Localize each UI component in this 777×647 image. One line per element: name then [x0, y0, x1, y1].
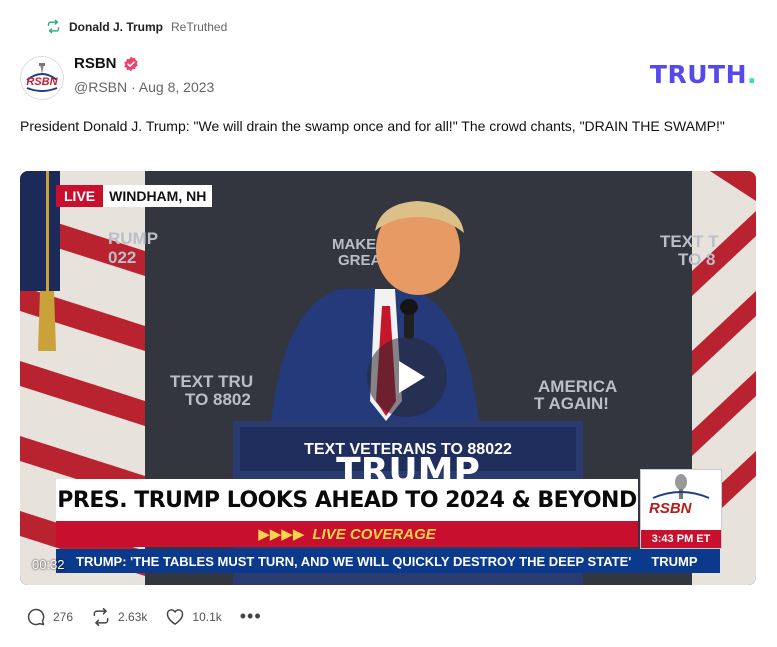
svg-text:RSBN: RSBN — [26, 76, 58, 88]
reply-button[interactable]: 276 — [26, 607, 73, 627]
retruth-icon — [93, 607, 109, 626]
live-label: LIVE — [56, 185, 104, 207]
truth-logo[interactable]: TRUTH. — [650, 60, 757, 89]
ticker-tail: TRUMP — [651, 553, 698, 569]
lower-third-headline: PRES. TRUMP LOOKS AHEAD TO 2024 & BEYOND — [56, 479, 638, 521]
rsbn-bug-time: 3:43 PM ET — [641, 530, 721, 548]
lower-third-subline-text: LIVE COVERAGE — [312, 525, 436, 543]
truth-logo-word: TRUTH — [649, 60, 747, 89]
truth-logo-text: TRUTH. — [650, 60, 757, 89]
retruth-user[interactable]: Donald J. Trump — [69, 20, 163, 34]
rsbn-bug: RSBN 3:43 PM ET — [640, 469, 722, 549]
author-handle[interactable]: @RSBN — [74, 79, 127, 95]
author-meta: @RSBN · Aug 8, 2023 — [74, 79, 214, 95]
backdrop-text: 022 — [108, 248, 136, 267]
backdrop-text: RUMP — [108, 229, 158, 248]
author-name[interactable]: RSBN — [74, 55, 117, 72]
truth-logo-dot: . — [747, 60, 757, 89]
backdrop-text: TEXT T — [660, 232, 719, 251]
post-text: President Donald J. Trump: "We will drai… — [20, 118, 725, 134]
backdrop-text: TEXT TRU — [170, 372, 253, 391]
retruth-count: 2.63k — [118, 609, 148, 624]
avatar[interactable]: RSBN — [20, 56, 64, 100]
video-player[interactable]: RUMP 022 MAKE AMERICA GREAT AGAIN! TEXT … — [20, 171, 756, 585]
heart-icon — [167, 608, 184, 625]
live-tag: LIVE WINDHAM, NH — [56, 185, 213, 207]
rsbn-bug-name: RSBN — [649, 500, 692, 517]
like-count: 10.1k — [192, 609, 222, 624]
backdrop-text: TO 8802 — [185, 390, 251, 409]
post-actions: 276 2.63k 10.1k ••• — [26, 606, 262, 627]
rsbn-logo-icon: RSBN — [26, 63, 59, 92]
retruth-label: ReTruthed — [171, 19, 228, 34]
video-timecode: 00:32 — [32, 557, 65, 572]
like-button[interactable]: 10.1k — [165, 607, 222, 627]
backdrop-text: T AGAIN! — [534, 394, 609, 413]
play-button[interactable] — [367, 337, 447, 417]
meta-separator: · — [131, 79, 136, 95]
fast-forward-icon: ▶▶▶▶ — [258, 526, 305, 543]
retruth-banner[interactable]: Donald J. Trump ReTruthed — [46, 19, 227, 34]
post-date[interactable]: Aug 8, 2023 — [139, 79, 215, 95]
live-location: WINDHAM, NH — [103, 185, 213, 207]
backdrop-text: TO 8 — [678, 250, 715, 269]
reply-count: 276 — [53, 609, 74, 624]
retruth-button[interactable]: 2.63k — [91, 607, 147, 627]
microphone-icon — [652, 474, 710, 499]
ticker-text: TRUMP: 'THE TABLES MUST TURN, AND WE WIL… — [76, 553, 632, 569]
author-name-row: RSBN — [74, 55, 139, 72]
retruth-icon — [47, 19, 60, 34]
verified-badge-icon — [123, 56, 138, 71]
lower-third-subline: ▶▶▶▶ LIVE COVERAGE — [56, 521, 638, 547]
news-ticker: TRUMP: 'THE TABLES MUST TURN, AND WE WIL… — [56, 549, 720, 573]
reply-icon — [27, 608, 45, 625]
more-options-button[interactable]: ••• — [240, 606, 262, 627]
